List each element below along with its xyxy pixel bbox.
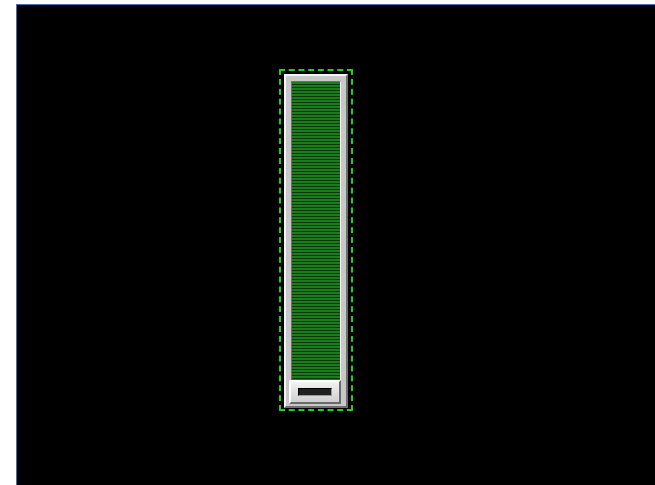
vertical-slider[interactable]	[284, 74, 348, 408]
slider-track[interactable]	[291, 81, 341, 381]
grip-icon	[298, 388, 332, 396]
slider-thumb[interactable]	[289, 380, 341, 404]
slider-level-fill	[292, 82, 340, 380]
render-canvas	[16, 4, 655, 485]
